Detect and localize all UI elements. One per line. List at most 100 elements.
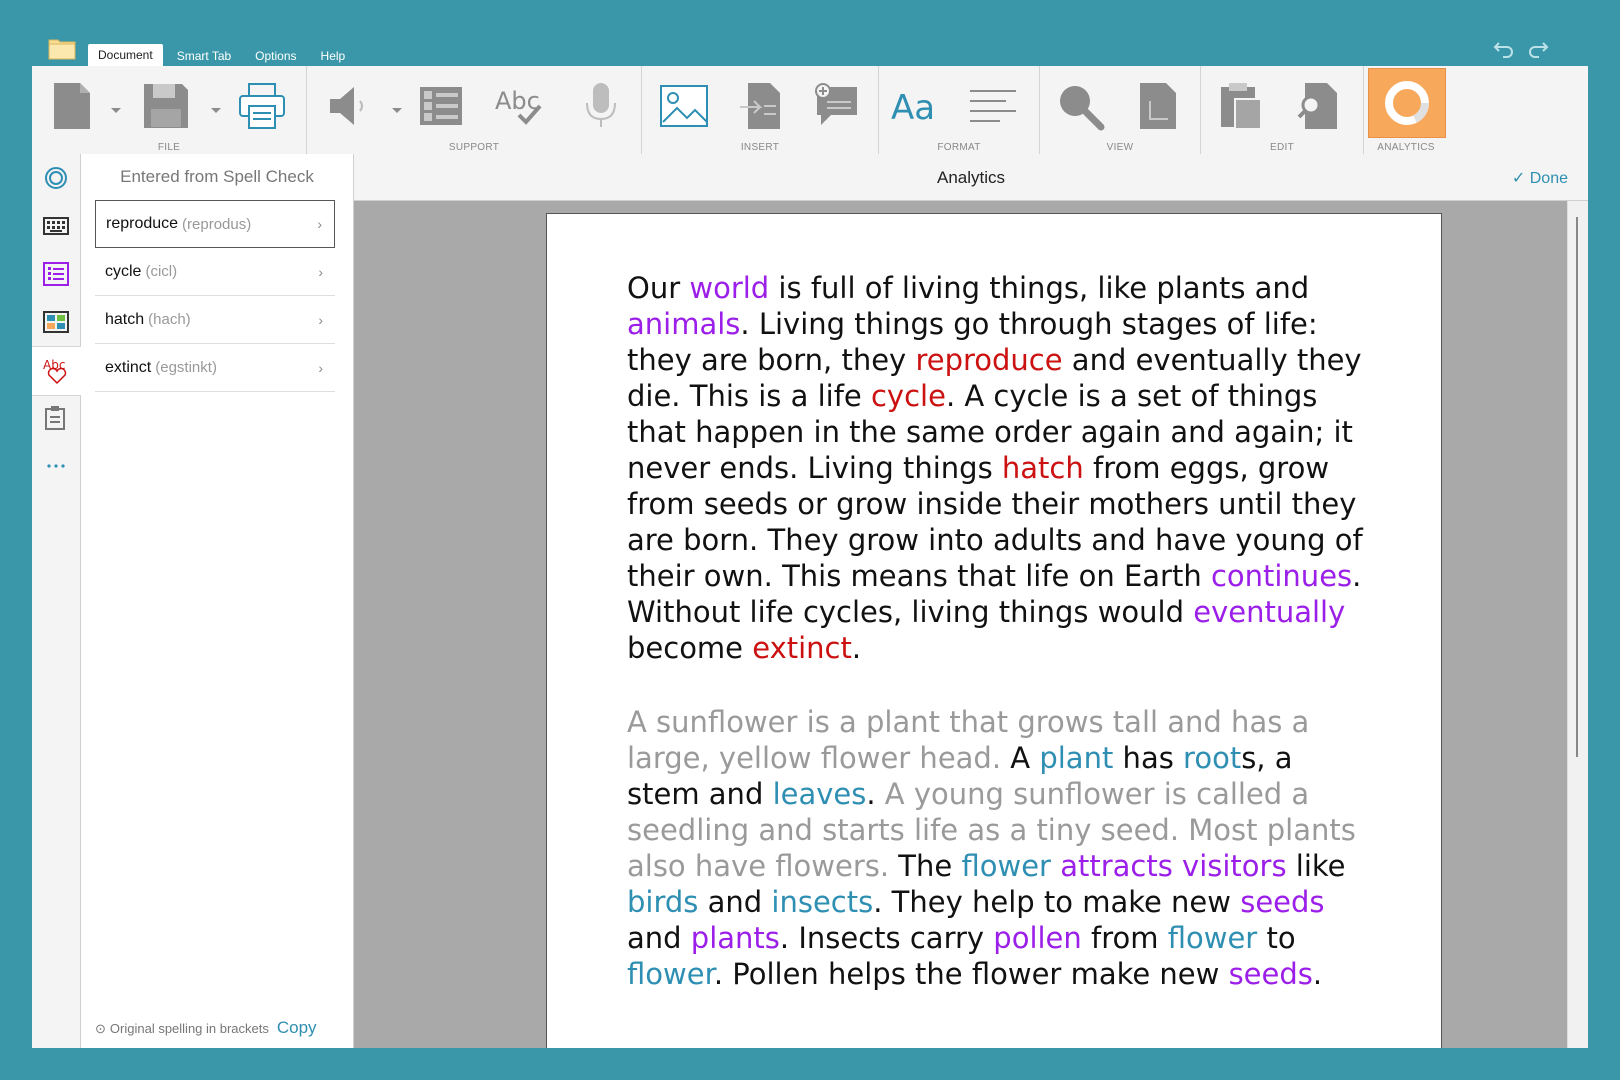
paste-icon[interactable]	[1211, 76, 1271, 136]
keyboard-icon	[43, 217, 69, 235]
tab-help[interactable]: Help	[311, 46, 356, 66]
new-document-button[interactable]	[42, 76, 102, 136]
folder-icon[interactable]	[48, 36, 76, 60]
panel-footer: ⊙ Original spelling in brackets Copy	[95, 1018, 317, 1038]
highlighted-word[interactable]: visitors	[1182, 849, 1287, 883]
tab-options[interactable]: Options	[245, 46, 306, 66]
page-view-icon[interactable]	[1128, 76, 1188, 136]
group-label-analytics: ANALYTICS	[1377, 142, 1435, 153]
zoom-icon[interactable]	[1050, 76, 1110, 136]
rail-analytics[interactable]	[32, 154, 80, 202]
scrollbar-thumb[interactable]	[1576, 217, 1578, 757]
tab-document[interactable]: Document	[88, 44, 163, 66]
more-icon	[47, 464, 65, 468]
spell-corrected-word[interactable]: cycle	[871, 379, 946, 413]
svg-text:Abc: Abc	[43, 358, 65, 372]
topic-word[interactable]: root	[1183, 741, 1241, 775]
insert-document-icon[interactable]	[732, 76, 792, 136]
text-run: Our	[627, 271, 690, 305]
spell-corrected-word[interactable]: reproduce	[915, 343, 1062, 377]
topic-word[interactable]: insects	[771, 885, 873, 919]
undo-icon[interactable]	[1492, 36, 1516, 60]
highlighted-word[interactable]: seeds	[1229, 957, 1313, 991]
ribbon-group-insert: INSERT	[642, 66, 879, 154]
analytics-button[interactable]	[1368, 68, 1446, 138]
document-page[interactable]: Our world is full of living things, like…	[546, 213, 1442, 1048]
spell-original: (reprodus)	[182, 215, 252, 233]
rail-more[interactable]	[32, 442, 80, 490]
topic-word[interactable]: flower	[961, 849, 1051, 883]
text-run: has	[1113, 741, 1184, 775]
topic-word[interactable]: plant	[1039, 741, 1113, 775]
ribbon-group-view: VIEW	[1040, 66, 1201, 154]
text-run: . Pollen helps the flower make new	[713, 957, 1229, 991]
save-button[interactable]	[136, 76, 196, 136]
word-list-icon[interactable]	[411, 76, 471, 136]
topic-word[interactable]: leaves	[773, 777, 867, 811]
rail-keyboard[interactable]	[32, 202, 80, 250]
document-text[interactable]: Our world is full of living things, like…	[627, 270, 1367, 1030]
highlighted-word[interactable]: plants	[691, 921, 780, 955]
speaker-icon[interactable]	[319, 76, 379, 136]
insert-comment-icon[interactable]	[806, 76, 866, 136]
text-run: and	[627, 921, 691, 955]
copy-link[interactable]: Copy	[277, 1018, 317, 1038]
find-in-document-icon[interactable]	[1289, 76, 1349, 136]
spell-word: reproduce	[106, 215, 179, 232]
undo-redo	[1492, 36, 1550, 60]
highlighted-word[interactable]: attracts	[1060, 849, 1173, 883]
spell-original: (cicl)	[145, 263, 178, 280]
text-run: .	[866, 777, 876, 811]
vertical-scrollbar[interactable]	[1567, 201, 1588, 1048]
tab-smart-tab[interactable]: Smart Tab	[167, 46, 241, 66]
svg-text:Abc: Abc	[495, 87, 540, 115]
menu-tabs: Document Smart Tab Options Help	[88, 44, 359, 66]
save-dropdown-caret[interactable]	[210, 102, 222, 113]
analytics-ring-icon	[45, 167, 67, 189]
spell-item-reproduce[interactable]: reproduce (reprodus) ›	[95, 200, 335, 248]
font-icon[interactable]: Aa	[885, 76, 945, 136]
rail-clipboard[interactable]	[32, 394, 80, 442]
highlighted-word[interactable]: eventually	[1193, 595, 1345, 629]
spell-check-heart-icon: Abc	[43, 358, 66, 385]
redo-icon[interactable]	[1526, 36, 1550, 60]
text-run: A	[1001, 741, 1040, 775]
paragraph-format-icon[interactable]	[963, 76, 1023, 136]
checkmark-icon: ✓	[1511, 170, 1526, 187]
speaker-dropdown-caret[interactable]	[391, 102, 403, 113]
rail-word-list[interactable]	[32, 250, 80, 298]
topic-word[interactable]: birds	[627, 885, 698, 919]
group-label-file: FILE	[157, 142, 181, 153]
spell-item-cycle[interactable]: cycle (cicl) ›	[95, 248, 335, 296]
spell-item-extinct[interactable]: extinct (egstinkt) ›	[95, 344, 335, 392]
new-dropdown-caret[interactable]	[110, 102, 122, 113]
text-run: like	[1286, 849, 1346, 883]
group-label-view: VIEW	[1106, 142, 1134, 153]
rail-spell-check[interactable]: Abc	[32, 346, 81, 396]
analytics-title: Analytics	[936, 168, 1006, 187]
insert-image-icon[interactable]	[654, 76, 714, 136]
microphone-icon[interactable]	[571, 76, 631, 136]
highlighted-word[interactable]: seeds	[1240, 885, 1324, 919]
text-run: . Insects carry	[779, 921, 994, 955]
done-button[interactable]: ✓ Done	[1512, 168, 1568, 188]
chevron-right-icon: ›	[318, 263, 323, 280]
highlighted-word[interactable]: pollen	[993, 921, 1082, 955]
spell-corrected-word[interactable]: extinct	[752, 631, 852, 665]
topic-word[interactable]: flower	[627, 957, 714, 991]
print-button[interactable]	[232, 76, 292, 136]
spell-check-icon[interactable]: Abc	[491, 76, 551, 136]
topic-word[interactable]: flower	[1168, 921, 1258, 955]
spell-word: extinct	[105, 358, 152, 376]
text-run: become	[627, 631, 753, 665]
highlighted-word[interactable]: animals	[627, 307, 740, 341]
spell-item-hatch[interactable]: hatch (hach) ›	[95, 296, 335, 344]
group-label-support: SUPPORT	[448, 142, 500, 153]
spell-corrected-word[interactable]: hatch	[1002, 451, 1084, 485]
highlighted-word[interactable]: world	[689, 271, 769, 305]
text-run	[1051, 849, 1060, 883]
highlighted-word[interactable]: continues	[1211, 559, 1352, 593]
text-run: is full of living things, like plants an…	[769, 271, 1310, 305]
rail-topics[interactable]	[32, 298, 80, 346]
ribbon-group-analytics: ANALYTICS	[1364, 66, 1448, 154]
